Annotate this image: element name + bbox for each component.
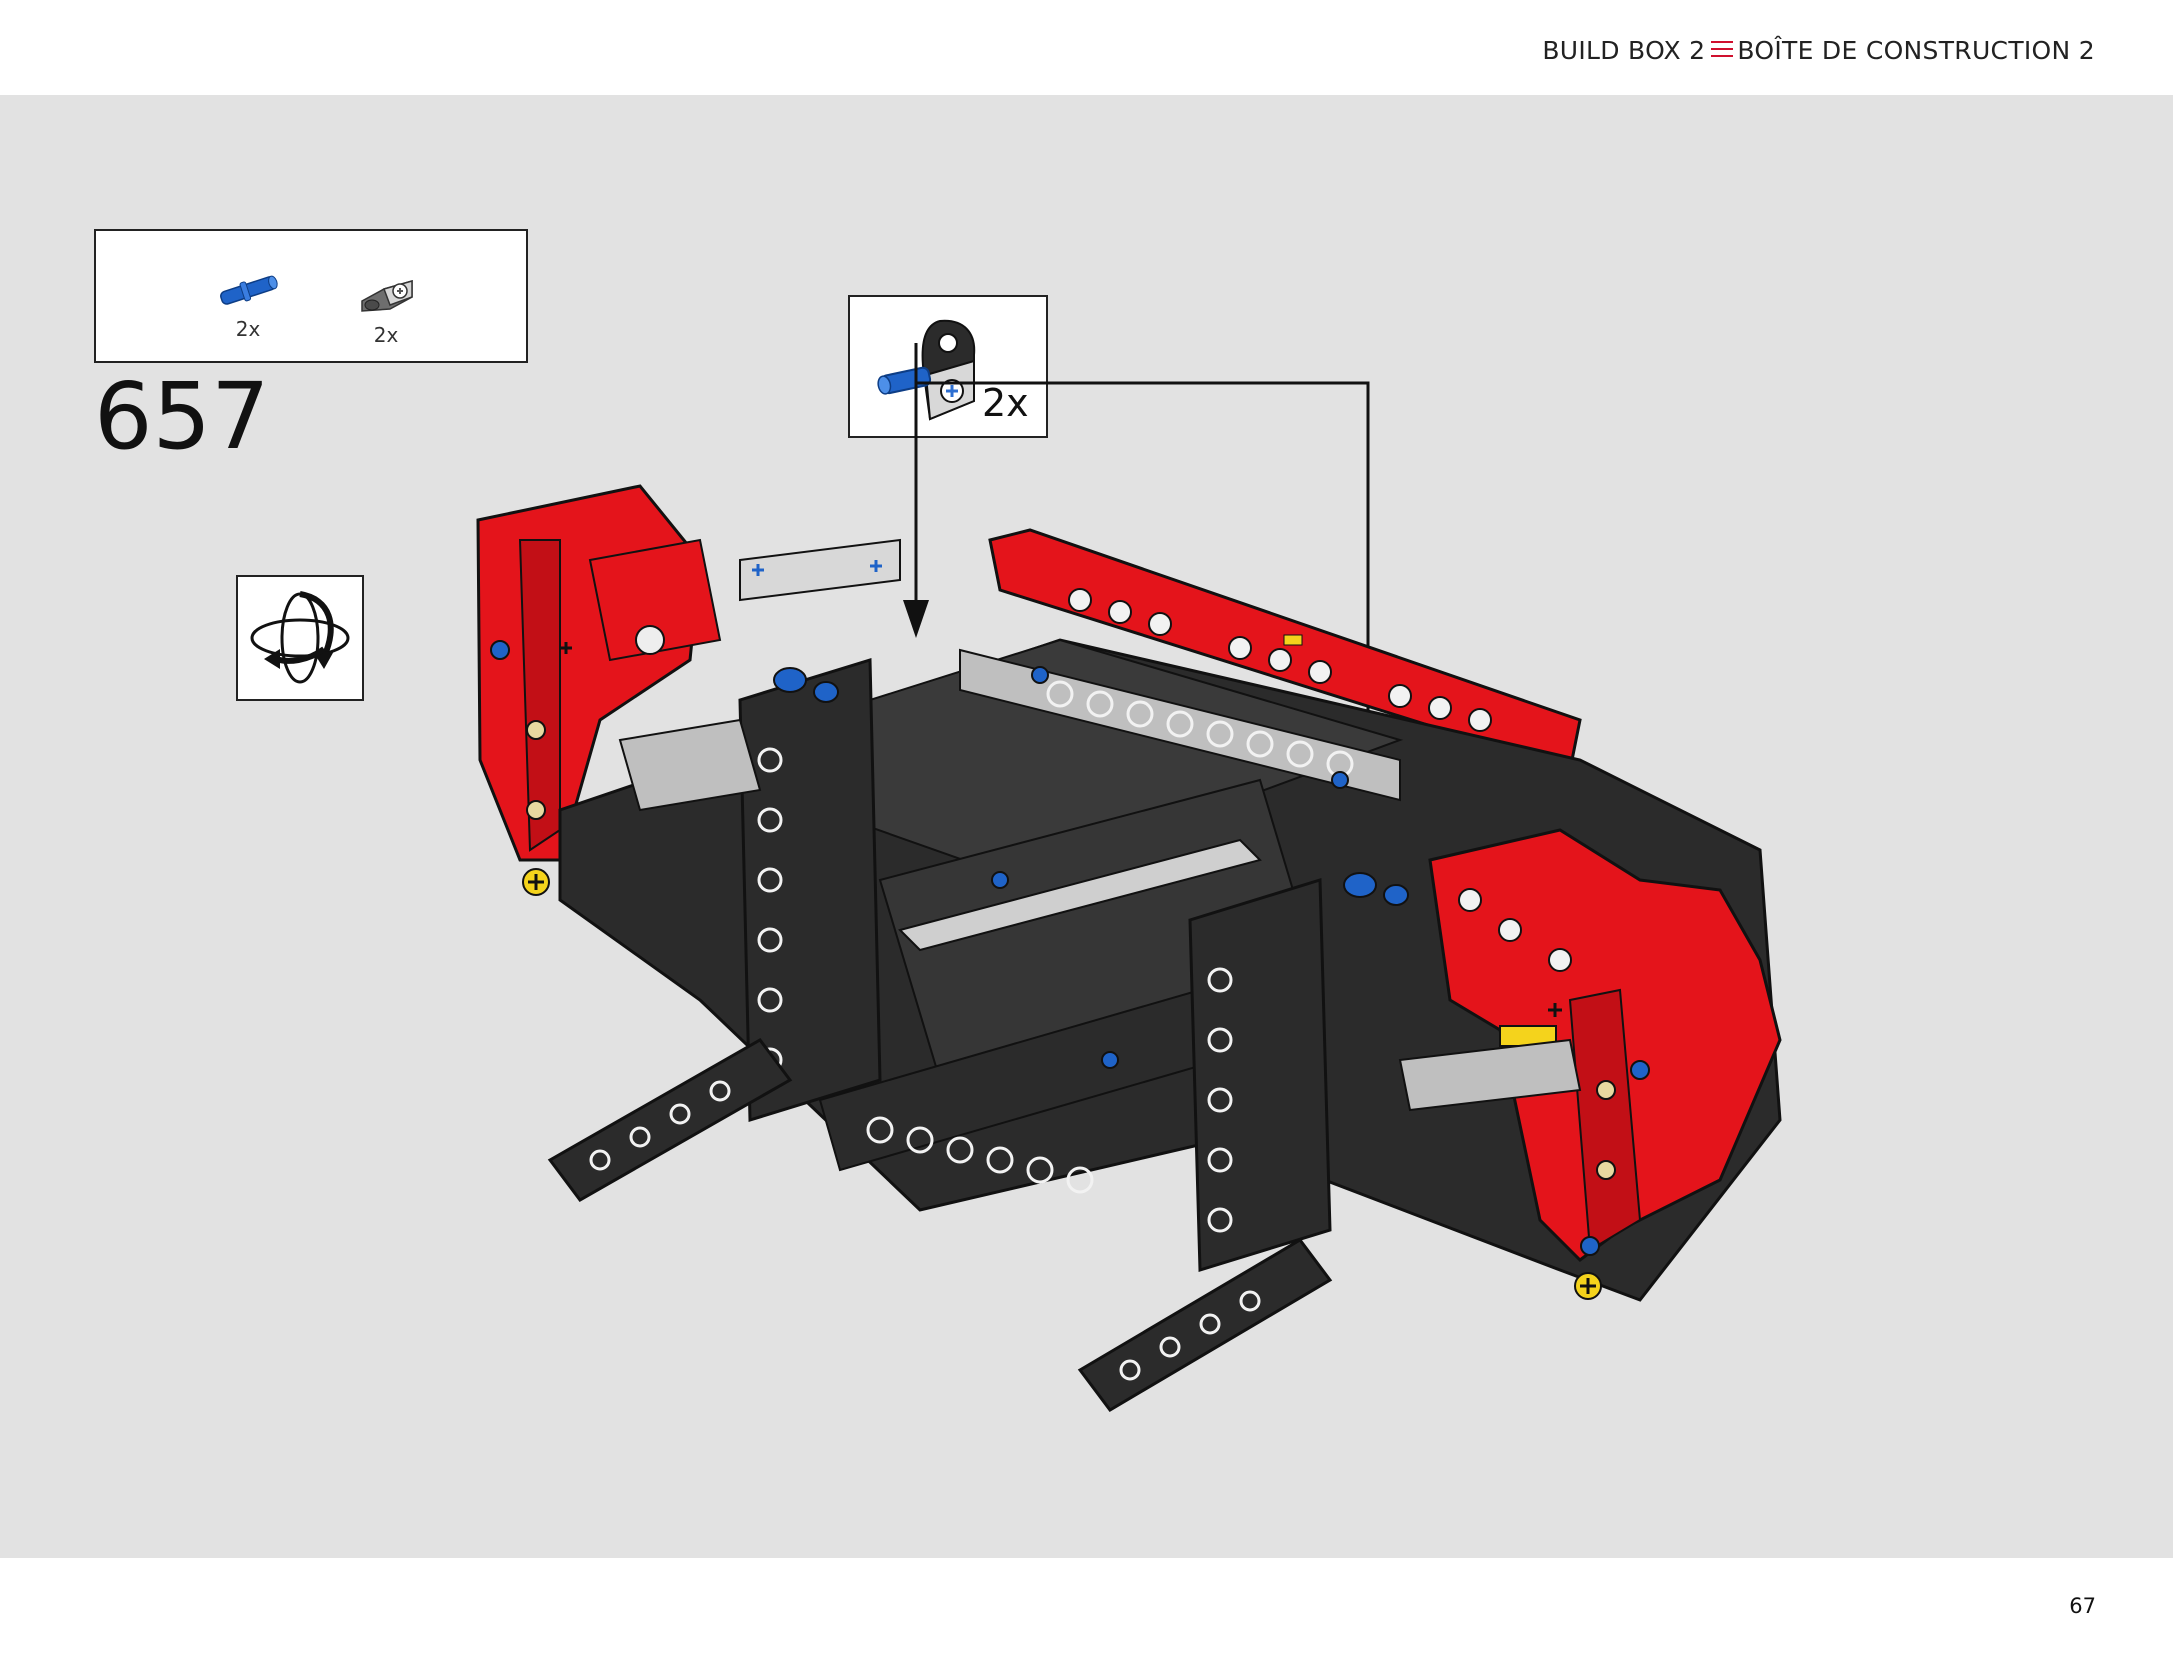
language-separator-icon: [1711, 41, 1734, 57]
build-box-label-en: BUILD BOX 2: [1542, 36, 1706, 65]
build-box-label: BUILD BOX 2 BOÎTE DE CONSTRUCTION 2: [1542, 36, 2095, 65]
arrow-head-icon: [903, 600, 929, 638]
page-footer: 67: [0, 1558, 2173, 1654]
page-header: BUILD BOX 2 BOÎTE DE CONSTRUCTION 2: [0, 0, 2173, 95]
page-number: 67: [2069, 1594, 2096, 1618]
model-illustration: [476, 343, 1782, 1412]
instruction-canvas: 2x 2x 657 2x: [0, 95, 2173, 1558]
build-box-label-fr: BOÎTE DE CONSTRUCTION 2: [1737, 36, 2095, 65]
